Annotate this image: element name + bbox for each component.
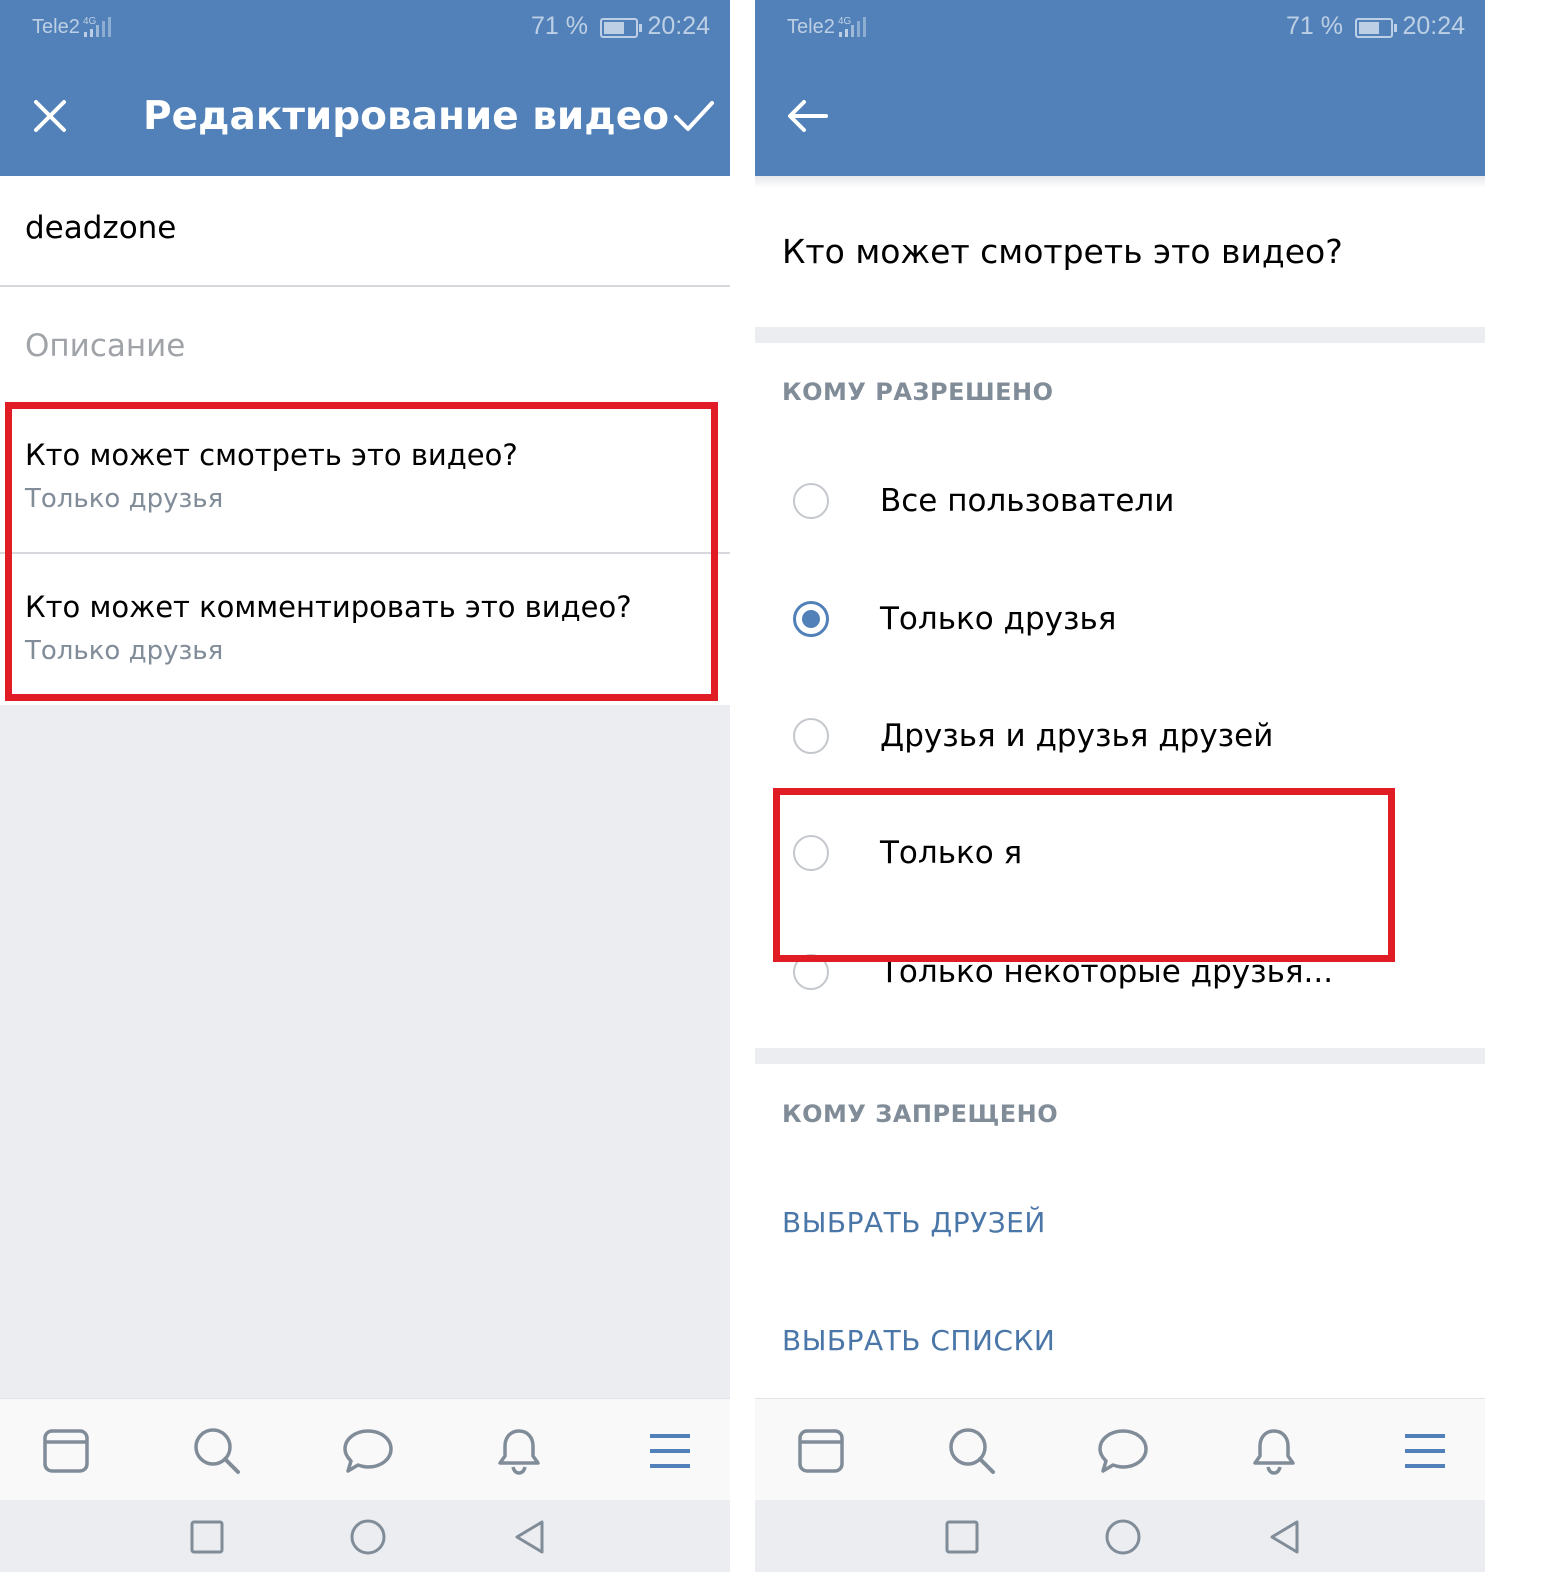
checkmark-icon[interactable] [662,84,726,148]
setting-title: Кто может комментировать это видео? [25,590,632,624]
signal-icon: 4G [83,16,111,37]
description-placeholder: Описание [25,328,186,364]
option-label: Только некоторые друзья... [880,954,1334,990]
view-privacy-setting[interactable]: Кто может смотреть это видео? Только дру… [0,402,730,553]
comment-privacy-setting[interactable]: Кто может комментировать это видео? Толь… [0,554,730,704]
radio-button-selected[interactable] [793,601,829,637]
menu-icon[interactable] [1397,1423,1453,1479]
section-separator [755,1048,1485,1064]
select-friends-button[interactable]: ВЫБРАТЬ ДРУЗЕЙ [782,1206,1046,1239]
back-icon[interactable] [505,1512,555,1562]
clock: 20:24 [647,12,710,40]
battery-percent: 71 % [1286,12,1343,40]
toolbar-shadow [755,176,1485,188]
video-name-value: deadzone [25,210,177,246]
tab-bar [0,1398,730,1501]
clock: 20:24 [1402,12,1465,40]
network-type-label: 4G [838,16,852,27]
setting-title: Кто может смотреть это видео? [25,438,518,472]
page-title: Редактирование видео [143,94,670,139]
close-icon[interactable] [18,84,82,148]
home-icon[interactable] [343,1512,393,1562]
arrow-left-icon[interactable] [775,84,839,148]
system-nav-bar [0,1500,730,1572]
option-label: Только друзья [880,601,1117,637]
recents-icon[interactable] [937,1512,987,1562]
section-separator [755,327,1485,343]
back-icon[interactable] [1260,1512,1310,1562]
edit-video-screen: Tele2 4G 71 % 20:24 Редактирование видео… [0,0,730,1572]
recents-icon[interactable] [182,1512,232,1562]
battery-icon [1355,18,1397,38]
select-lists-button[interactable]: ВЫБРАТЬ СПИСКИ [782,1324,1055,1357]
battery-fill [1359,22,1379,34]
carrier-label: Tele2 [787,16,835,38]
option-label: Друзья и друзья друзей [880,718,1274,754]
option-only-me[interactable]: Только я [755,815,1485,895]
newsfeed-icon[interactable] [38,1423,94,1479]
status-bar: Tele2 4G 71 % 20:24 [0,0,730,56]
privacy-question: Кто может смотреть это видео? [782,232,1343,271]
carrier-label: Tele2 [32,16,80,38]
newsfeed-icon[interactable] [793,1423,849,1479]
battery-percent: 71 % [531,12,588,40]
option-friends-of-friends[interactable]: Друзья и друзья друзей [755,698,1485,778]
search-icon[interactable] [189,1423,245,1479]
battery-icon [600,18,642,38]
empty-area [0,705,730,1400]
option-label: Только я [880,835,1023,871]
video-name-field[interactable]: deadzone [0,176,730,286]
system-nav-bar [755,1500,1485,1572]
setting-value: Только друзья [25,636,224,666]
battery-fill [604,22,624,34]
edit-toolbar: Редактирование видео [0,56,730,176]
option-some-friends[interactable]: Только некоторые друзья... [755,934,1485,1014]
radio-button[interactable] [793,483,829,519]
status-bar: Tele2 4G 71 % 20:24 [755,0,1485,56]
notifications-icon[interactable] [491,1423,547,1479]
setting-value: Только друзья [25,484,224,514]
privacy-settings-screen: Tele2 4G 71 % 20:24 Кто может смотреть э… [755,0,1485,1572]
home-icon[interactable] [1098,1512,1148,1562]
option-label: Все пользователи [880,483,1175,519]
messages-icon[interactable] [1095,1423,1151,1479]
forbidden-section-header: КОМУ ЗАПРЕЩЕНО [782,1100,1059,1128]
radio-button[interactable] [793,718,829,754]
option-all-users[interactable]: Все пользователи [755,463,1485,543]
search-icon[interactable] [944,1423,1000,1479]
menu-icon[interactable] [642,1423,698,1479]
network-type-label: 4G [83,16,97,27]
divider [0,285,730,287]
radio-button[interactable] [793,835,829,871]
tab-bar [755,1398,1485,1501]
radio-button[interactable] [793,954,829,990]
option-friends-only[interactable]: Только друзья [755,581,1485,661]
notifications-icon[interactable] [1246,1423,1302,1479]
privacy-toolbar [755,56,1485,176]
messages-icon[interactable] [340,1423,396,1479]
description-field[interactable]: Описание [0,288,730,402]
allowed-section-header: КОМУ РАЗРЕШЕНО [782,378,1054,406]
signal-icon: 4G [838,16,866,37]
